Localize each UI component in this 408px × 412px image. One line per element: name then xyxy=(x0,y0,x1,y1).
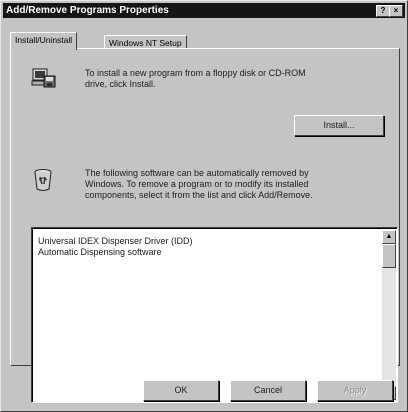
uninstall-text-line2: Windows. To remove a program or to modif… xyxy=(85,179,309,189)
tab-label: Windows NT Setup xyxy=(109,38,182,48)
install-button-label: Install... xyxy=(323,120,355,130)
uninstall-instructions: The following software can be automatica… xyxy=(85,168,313,201)
close-button[interactable]: × xyxy=(389,5,403,17)
help-button[interactable]: ? xyxy=(376,5,390,17)
install-button[interactable]: Install... xyxy=(294,115,384,136)
recycle-bin-icon xyxy=(34,169,52,191)
apply-button[interactable]: Apply xyxy=(317,380,393,401)
apply-button-label: Apply xyxy=(343,385,367,395)
cancel-button[interactable]: Cancel xyxy=(230,380,306,401)
tab-label: Install/Uninstall xyxy=(15,35,73,45)
vertical-scrollbar[interactable]: ▲ ▼ xyxy=(382,230,396,400)
scroll-up-button[interactable]: ▲ xyxy=(382,230,396,244)
floppy-computer-icon xyxy=(31,68,56,88)
cancel-button-label: Cancel xyxy=(253,385,282,395)
tab-panel: To install a new program from a floppy d… xyxy=(10,48,400,403)
uninstall-text-line3: components, select it from the list and … xyxy=(85,190,313,200)
window-title: Add/Remove Programs Properties xyxy=(6,5,169,16)
scroll-thumb[interactable] xyxy=(382,244,396,268)
install-instructions: To install a new program from a floppy d… xyxy=(85,68,306,90)
list-item[interactable]: Automatic Dispensing software xyxy=(38,247,162,258)
uninstall-text-line1: The following software can be automatica… xyxy=(85,168,309,178)
title-bar[interactable]: Add/Remove Programs Properties ? × xyxy=(3,3,405,18)
ok-button-label: OK xyxy=(174,385,188,395)
tab-install-uninstall[interactable]: Install/Uninstall xyxy=(10,32,78,50)
list-item[interactable]: Universal IDEX Dispenser Driver (IDD) xyxy=(38,236,193,247)
dialog-window: Add/Remove Programs Properties ? × Insta… xyxy=(0,0,408,412)
install-text-line2: drive, click Install. xyxy=(85,79,156,89)
program-listbox[interactable]: Universal IDEX Dispenser Driver (IDD) Au… xyxy=(31,227,398,403)
install-text-line1: To install a new program from a floppy d… xyxy=(85,68,306,78)
ok-button[interactable]: OK xyxy=(143,380,219,401)
